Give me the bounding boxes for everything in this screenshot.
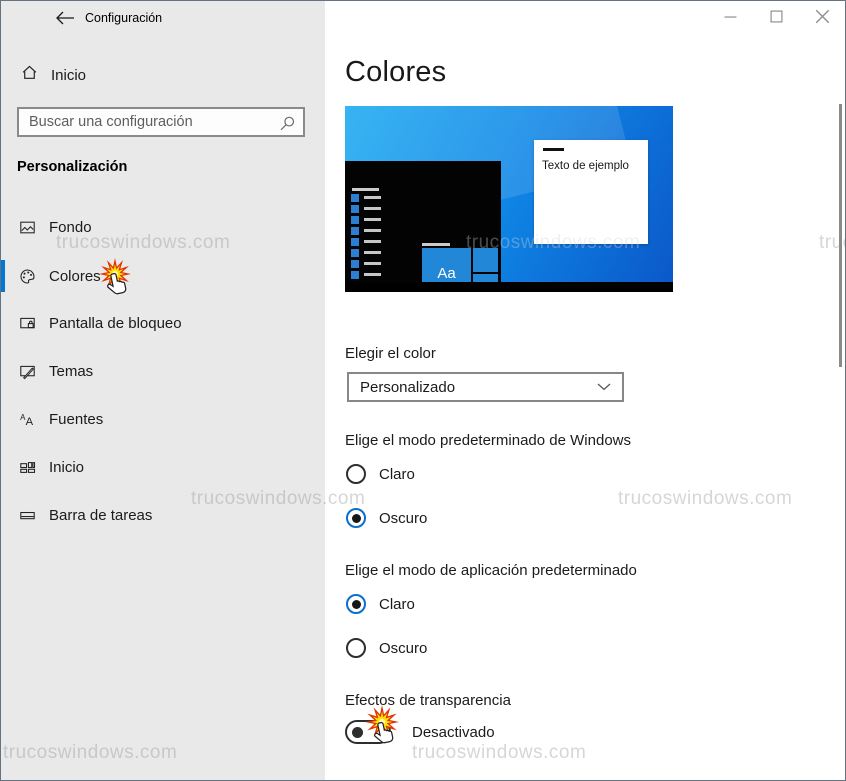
preview-sample-window: Texto de ejemplo xyxy=(534,140,648,244)
sidebar-item-label: Inicio xyxy=(49,459,84,476)
radio-label: Oscuro xyxy=(379,510,427,527)
sidebar-item-barra-de-tareas[interactable]: Barra de tareas xyxy=(1,495,325,535)
transparency-state-label: Desactivado xyxy=(412,724,495,741)
taskbar-icon xyxy=(19,507,36,524)
radio-windows-mode-claro[interactable]: Claro xyxy=(346,463,415,485)
window-title: Configuración xyxy=(85,11,162,25)
app-list-row xyxy=(351,247,381,258)
app-mode-label: Elige el modo de aplicación predetermina… xyxy=(345,562,637,579)
sidebar: Configuración Inicio Personalización Fon… xyxy=(1,1,325,780)
app-list-row xyxy=(351,269,381,280)
sidebar-item-label: Fondo xyxy=(49,219,92,236)
preview-taskbar xyxy=(345,282,673,292)
sidebar-item-colores[interactable]: Colores xyxy=(1,256,325,296)
palette-icon xyxy=(19,268,36,285)
sidebar-home-label: Inicio xyxy=(51,67,86,84)
app-list-row xyxy=(351,225,381,236)
preview-app-list-header-line xyxy=(352,188,379,191)
preview-tile xyxy=(473,248,498,272)
sidebar-section-title: Personalización xyxy=(17,159,127,175)
radio-label: Claro xyxy=(379,466,415,483)
sidebar-item-label: Temas xyxy=(49,363,93,380)
app-list-row xyxy=(351,203,381,214)
start-tiles-icon xyxy=(19,459,36,476)
themes-icon xyxy=(19,363,36,380)
windows-mode-label: Elige el modo predeterminado de Windows xyxy=(345,432,631,449)
watermark: trucoswindows.com xyxy=(412,742,586,764)
window-controls xyxy=(707,1,845,35)
sidebar-item-label: Barra de tareas xyxy=(49,507,152,524)
radio-button[interactable] xyxy=(346,594,366,614)
image-icon xyxy=(19,219,36,236)
radio-button[interactable] xyxy=(346,638,366,658)
minimize-icon xyxy=(724,10,737,26)
radio-button[interactable] xyxy=(346,464,366,484)
sidebar-item-inicio-start[interactable]: Inicio xyxy=(1,447,325,487)
radio-app-mode-claro[interactable]: Claro xyxy=(346,593,415,615)
sidebar-item-fuentes[interactable]: AA Fuentes xyxy=(1,399,325,439)
chevron-down-icon xyxy=(597,378,611,396)
transparency-toggle-row: Desactivado xyxy=(345,720,495,744)
back-button[interactable] xyxy=(51,7,79,31)
color-picker-dropdown[interactable]: Personalizado xyxy=(347,372,624,402)
sidebar-item-home[interactable]: Inicio xyxy=(1,59,325,91)
transparency-label: Efectos de transparencia xyxy=(345,692,511,709)
sidebar-item-fondo[interactable]: Fondo xyxy=(1,207,325,247)
fonts-icon: AA xyxy=(19,411,36,428)
radio-app-mode-oscuro[interactable]: Oscuro xyxy=(346,637,427,659)
app-list-row xyxy=(351,236,381,247)
search-input[interactable] xyxy=(19,109,303,135)
sidebar-item-pantalla-de-bloqueo[interactable]: Pantalla de bloqueo xyxy=(1,303,325,343)
minimize-button[interactable] xyxy=(707,1,753,35)
sidebar-item-temas[interactable]: Temas xyxy=(1,351,325,391)
svg-text:A: A xyxy=(26,416,34,428)
sample-window-text: Texto de ejemplo xyxy=(542,160,629,172)
maximize-icon xyxy=(770,10,783,26)
app-list-row xyxy=(351,192,381,203)
maximize-button[interactable] xyxy=(753,1,799,35)
color-picker-label: Elegir el color xyxy=(345,345,436,362)
radio-label: Claro xyxy=(379,596,415,613)
preview-tile-group-line xyxy=(422,243,450,246)
preview-app-list xyxy=(351,192,381,280)
home-icon xyxy=(21,64,38,86)
scrollbar-thumb[interactable] xyxy=(839,104,842,367)
theme-preview: Aa Texto de ejemplo xyxy=(345,106,673,292)
color-picker-value: Personalizado xyxy=(360,379,455,396)
close-button[interactable] xyxy=(799,1,845,35)
search-box xyxy=(17,107,305,137)
lock-screen-icon xyxy=(19,315,36,332)
app-list-row xyxy=(351,258,381,269)
settings-window: Configuración Inicio Personalización Fon… xyxy=(0,0,846,781)
radio-button[interactable] xyxy=(346,508,366,528)
preview-start-menu: Aa xyxy=(345,161,501,282)
back-arrow-icon xyxy=(55,13,75,28)
watermark: trucoswindows.com xyxy=(618,488,792,510)
radio-label: Oscuro xyxy=(379,640,427,657)
close-icon xyxy=(815,9,830,27)
sidebar-item-label: Colores xyxy=(49,268,101,285)
sidebar-item-label: Fuentes xyxy=(49,411,103,428)
app-list-row xyxy=(351,214,381,225)
search-icon xyxy=(278,115,296,133)
sidebar-item-label: Pantalla de bloqueo xyxy=(49,315,182,332)
page-title: Colores xyxy=(345,56,446,89)
transparency-toggle[interactable] xyxy=(345,720,391,744)
radio-windows-mode-oscuro[interactable]: Oscuro xyxy=(346,507,427,529)
sample-window-title-dash xyxy=(543,148,564,151)
